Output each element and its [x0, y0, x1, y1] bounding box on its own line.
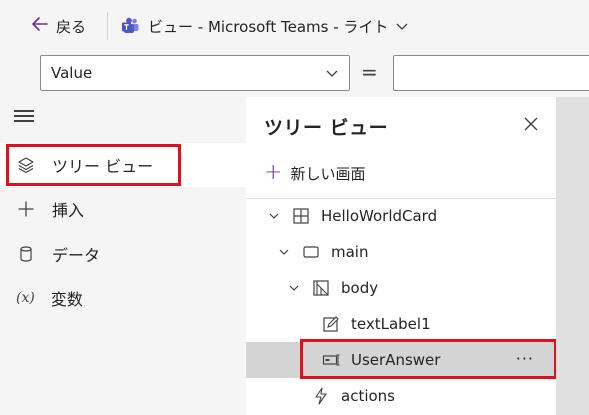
property-dropdown[interactable]: Value	[40, 55, 350, 91]
container-icon	[301, 242, 321, 262]
hamburger-menu-icon[interactable]	[14, 110, 36, 126]
back-label: 戻る	[56, 17, 87, 36]
edit-text-icon	[321, 314, 341, 334]
tree-node-label: textLabel1	[351, 315, 431, 333]
teams-icon	[121, 16, 141, 36]
new-screen-label: 新しい画面	[290, 164, 366, 183]
chevron-down-icon	[325, 66, 339, 80]
lightning-icon	[311, 386, 331, 406]
canvas-area	[556, 97, 589, 415]
tree-node-label: body	[341, 279, 379, 297]
close-button[interactable]	[522, 115, 542, 135]
card-icon	[291, 206, 311, 226]
tree-node-label: main	[331, 243, 369, 261]
nav-item-label: 変数	[50, 290, 83, 309]
plus-icon	[16, 199, 36, 219]
highlight-box	[300, 339, 557, 379]
database-icon	[16, 244, 36, 264]
nav-item-variables[interactable]: (x) 変数	[0, 276, 246, 320]
tree-node-textlabel1[interactable]: textLabel1	[246, 306, 556, 342]
variable-icon: (x)	[16, 290, 35, 306]
view-selector[interactable]: ビュー - Microsoft Teams - ライト	[121, 14, 409, 38]
tree-node-main[interactable]: main	[246, 234, 556, 270]
back-button[interactable]: 戻る	[30, 14, 86, 38]
nav-item-data[interactable]: データ	[0, 232, 246, 276]
chevron-down-icon[interactable]	[267, 209, 281, 223]
chevron-down-icon[interactable]	[277, 245, 291, 259]
left-nav: ツリー ビュー 挿入 データ (x) 変数	[0, 97, 246, 415]
top-bar: 戻る ビュー - Microsoft Teams - ライト Value =	[0, 0, 589, 97]
nav-item-insert[interactable]: 挿入	[0, 187, 246, 231]
nav-item-label: データ	[52, 246, 101, 265]
divider	[107, 12, 108, 40]
property-value: Value	[51, 64, 93, 82]
view-title: ビュー - Microsoft Teams - ライト	[148, 17, 389, 36]
tree-view-panel: ツリー ビュー + 新しい画面 HelloWorldCard main body…	[246, 97, 557, 415]
arrow-left-icon	[30, 14, 50, 38]
tree-node-body[interactable]: body	[246, 270, 556, 306]
equals-sign: =	[361, 60, 378, 84]
plus-icon: +	[264, 160, 283, 185]
chevron-down-icon	[395, 19, 409, 33]
chevron-down-icon[interactable]	[287, 281, 301, 295]
tree-node-label: actions	[341, 387, 395, 405]
nav-item-label: 挿入	[52, 201, 85, 220]
new-screen-button[interactable]: + 新しい画面	[264, 161, 365, 185]
highlight-box	[6, 144, 181, 186]
tree-node-helloworldcard[interactable]: HelloWorldCard	[246, 198, 556, 234]
close-icon	[524, 117, 538, 131]
body-icon	[311, 278, 331, 298]
panel-title: ツリー ビュー	[264, 117, 389, 139]
tree-node-actions[interactable]: actions	[246, 378, 556, 414]
tree-node-label: HelloWorldCard	[321, 207, 438, 225]
formula-input[interactable]	[393, 55, 589, 91]
